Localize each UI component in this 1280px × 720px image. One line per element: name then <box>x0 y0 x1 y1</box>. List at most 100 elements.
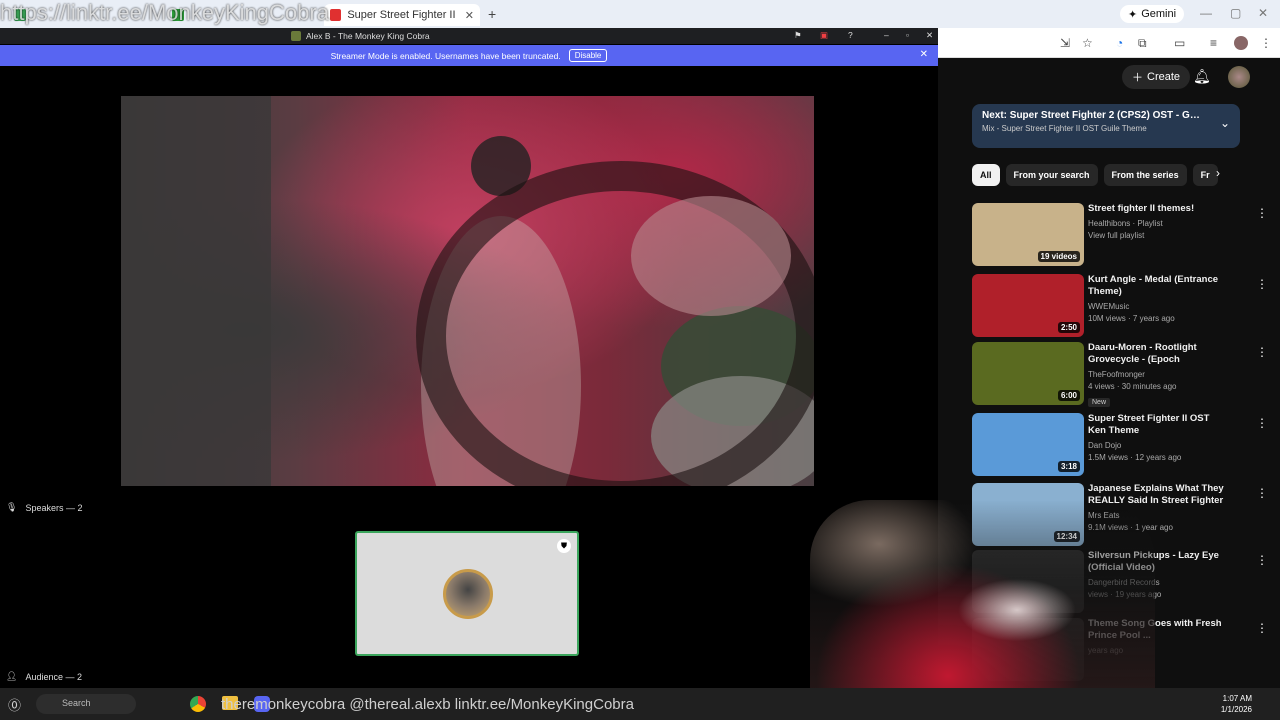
create-label: Create <box>1147 71 1181 83</box>
stage-video-frame <box>121 96 814 486</box>
profile-avatar-icon[interactable] <box>1234 36 1248 50</box>
reading-list-icon[interactable]: ≡ <box>1210 36 1217 50</box>
audience-section: 👤︎ Audience — 2 <box>6 671 82 682</box>
disable-streamer-mode-button[interactable]: Disable <box>568 49 608 62</box>
more-options-icon[interactable]: ⋮ <box>1256 621 1268 635</box>
video-duration: 2:50 <box>1057 322 1080 333</box>
bookmark-star-icon[interactable]: ☆ <box>1082 36 1093 50</box>
chip-from-the-series[interactable]: From the series <box>1103 164 1187 186</box>
flag-icon[interactable]: ⚑ <box>794 30 802 41</box>
account-avatar[interactable] <box>1228 66 1250 88</box>
video-meta: View full playlist <box>1088 231 1145 240</box>
stream-overlay-link: https://linktr.ee/MonkeyKingCobra <box>0 0 329 25</box>
video-info: Kurt Angle - Medal (Entrance Theme) WWEMu… <box>1088 274 1228 323</box>
stream-overlay-bottom: ⓪ theremonkeycobra @thereal.alexb linktr… <box>0 693 634 715</box>
plus-icon: ＋ <box>1132 72 1143 84</box>
maximize-icon[interactable]: ▫ <box>906 30 909 40</box>
related-video-item[interactable]: 3:18 Super Street Fighter II OST Ken Them… <box>972 413 1272 479</box>
video-channel[interactable]: WWEMusic <box>1088 302 1228 311</box>
video-title[interactable]: Super Street Fighter II OST Ken Theme <box>1088 413 1228 437</box>
video-channel[interactable]: Healthibons · Playlist <box>1088 219 1228 228</box>
notifications-bell-icon[interactable]: 🔔︎ <box>1193 68 1211 85</box>
video-thumbnail[interactable]: 19 videos <box>972 203 1084 266</box>
chip-more[interactable]: Fr <box>1192 164 1218 186</box>
youtube-header: ＋ Create 🔔︎ <box>938 58 1280 96</box>
up-next-title: Next: Super Street Fighter 2 (CPS2) OST … <box>982 110 1204 121</box>
up-next-box[interactable]: Next: Super Street Fighter 2 (CPS2) OST … <box>972 104 1240 148</box>
related-video-item[interactable]: 6:00 Daaru-Moren - Rootlight Grovecycle -… <box>972 342 1272 408</box>
create-button[interactable]: ＋ Create <box>1122 65 1191 89</box>
video-duration: 6:00 <box>1057 390 1080 401</box>
chip-from-your-search[interactable]: From your search <box>1005 164 1098 186</box>
speaker-avatar <box>443 569 493 619</box>
video-meta: 4 views · 30 minutes ago <box>1088 382 1177 391</box>
video-thumbnail[interactable]: 6:00 <box>972 342 1084 405</box>
minimize-icon[interactable]: – <box>884 30 889 40</box>
maximize-icon[interactable]: ▢ <box>1230 6 1241 20</box>
video-channel[interactable]: TheFoofmonger <box>1088 370 1228 379</box>
server-icon <box>291 31 301 41</box>
video-title[interactable]: Kurt Angle - Medal (Entrance Theme) <box>1088 274 1228 298</box>
more-options-icon[interactable]: ⋮ <box>1256 553 1268 567</box>
tab-label: Super Street Fighter II OST Guile <box>347 9 458 21</box>
video-thumbnail[interactable]: 3:18 <box>972 413 1084 476</box>
install-app-icon[interactable]: ⇲ <box>1060 36 1070 50</box>
video-title[interactable]: Daaru-Moren - Rootlight Grovecycle - (Ep… <box>1088 342 1228 366</box>
chevron-down-icon[interactable]: ⌄ <box>1220 116 1230 130</box>
more-options-icon[interactable]: ⋮ <box>1256 416 1268 430</box>
more-options-icon[interactable]: ⋮ <box>1256 206 1268 220</box>
people-icon: 👤︎ <box>6 671 18 681</box>
video-info: Super Street Fighter II OST Ken Theme Dan… <box>1088 413 1228 462</box>
close-window-icon[interactable]: ✕ <box>1258 6 1268 20</box>
more-options-icon[interactable]: ⋮ <box>1256 345 1268 359</box>
gemini-button[interactable]: ✦ Gemini <box>1120 5 1185 23</box>
banner-close-icon[interactable]: ✕ <box>920 49 928 60</box>
overlay-socials-text: theremonkeycobra @thereal.alexb linktr.e… <box>221 695 634 713</box>
instagram-icon: ⓪ <box>8 697 22 713</box>
microphone-icon: 🎙︎ <box>6 502 18 512</box>
window-title: Alex B - The Monkey King Cobra <box>306 31 430 41</box>
audience-label: Audience — 2 <box>25 671 82 682</box>
minimize-icon[interactable]: — <box>1200 6 1212 20</box>
tab-close-icon[interactable]: ✕ <box>465 9 474 22</box>
speaker-tile[interactable]: ⛊ <box>355 531 579 656</box>
screen-share-icon[interactable]: ▣ <box>820 30 828 41</box>
video-duration: 19 videos <box>1037 251 1080 262</box>
chevron-right-icon[interactable]: › <box>1216 166 1220 180</box>
help-icon[interactable]: ? <box>848 30 853 40</box>
moderator-shield-icon: ⛊ <box>557 539 571 553</box>
extensions-puzzle-icon[interactable]: ⧉ <box>1138 36 1147 51</box>
clock-date: 1/1/2026 <box>1220 705 1252 714</box>
browser-tab-strip: Super Street Fighter II OST Guile ✕ + ✦ … <box>0 0 1280 28</box>
browser-menu-icon[interactable]: ⋮ <box>1260 36 1272 50</box>
video-channel[interactable]: Dan Dojo <box>1088 441 1228 450</box>
speakers-section: 🎙︎ Speakers — 2 <box>6 502 82 513</box>
speakers-label: Speakers — 2 <box>25 502 83 513</box>
up-next-subtitle: Mix - Super Street Fighter II OST Guile … <box>982 124 1147 133</box>
video-thumbnail[interactable]: 2:50 <box>972 274 1084 337</box>
more-options-icon[interactable]: ⋮ <box>1256 277 1268 291</box>
clock-time: 1:07 AM <box>1222 694 1252 703</box>
streamer-mode-banner: Streamer Mode is enabled. Usernames have… <box>0 45 938 66</box>
browser-tab-active[interactable]: Super Street Fighter II OST Guile ✕ <box>324 4 480 26</box>
cast-icon[interactable]: ▭ <box>1174 36 1185 50</box>
banner-text: Streamer Mode is enabled. Usernames have… <box>330 50 561 61</box>
related-video-item[interactable]: 2:50 Kurt Angle - Medal (Entrance Theme) W… <box>972 274 1272 340</box>
video-info: Daaru-Moren - Rootlight Grovecycle - (Ep… <box>1088 342 1228 409</box>
close-icon[interactable]: ✕ <box>926 30 933 41</box>
video-meta: 10M views · 7 years ago <box>1088 314 1175 323</box>
taskbar-clock[interactable]: 1:07 AM 1/1/2026 <box>1221 693 1252 715</box>
youtube-favicon-icon <box>330 9 342 21</box>
related-video-item[interactable]: 19 videos Street fighter II themes! Health… <box>972 203 1272 269</box>
extension-icon[interactable]: ◔ <box>1116 36 1123 50</box>
video-title[interactable]: Street fighter II themes! <box>1088 203 1228 215</box>
discord-titlebar: Alex B - The Monkey King Cobra ⚑ ▣ ? – ▫… <box>0 28 938 44</box>
more-options-icon[interactable]: ⋮ <box>1256 486 1268 500</box>
stage-video[interactable] <box>121 96 814 486</box>
streamer-webcam-overlay <box>810 500 1155 720</box>
new-tab-icon[interactable]: + <box>488 6 496 22</box>
chip-all[interactable]: All <box>972 164 1000 186</box>
video-duration: 3:18 <box>1057 461 1080 472</box>
video-meta: 1.5M views · 12 years ago <box>1088 453 1182 462</box>
discord-window: Alex B - The Monkey King Cobra ⚑ ▣ ? – ▫… <box>0 28 938 688</box>
